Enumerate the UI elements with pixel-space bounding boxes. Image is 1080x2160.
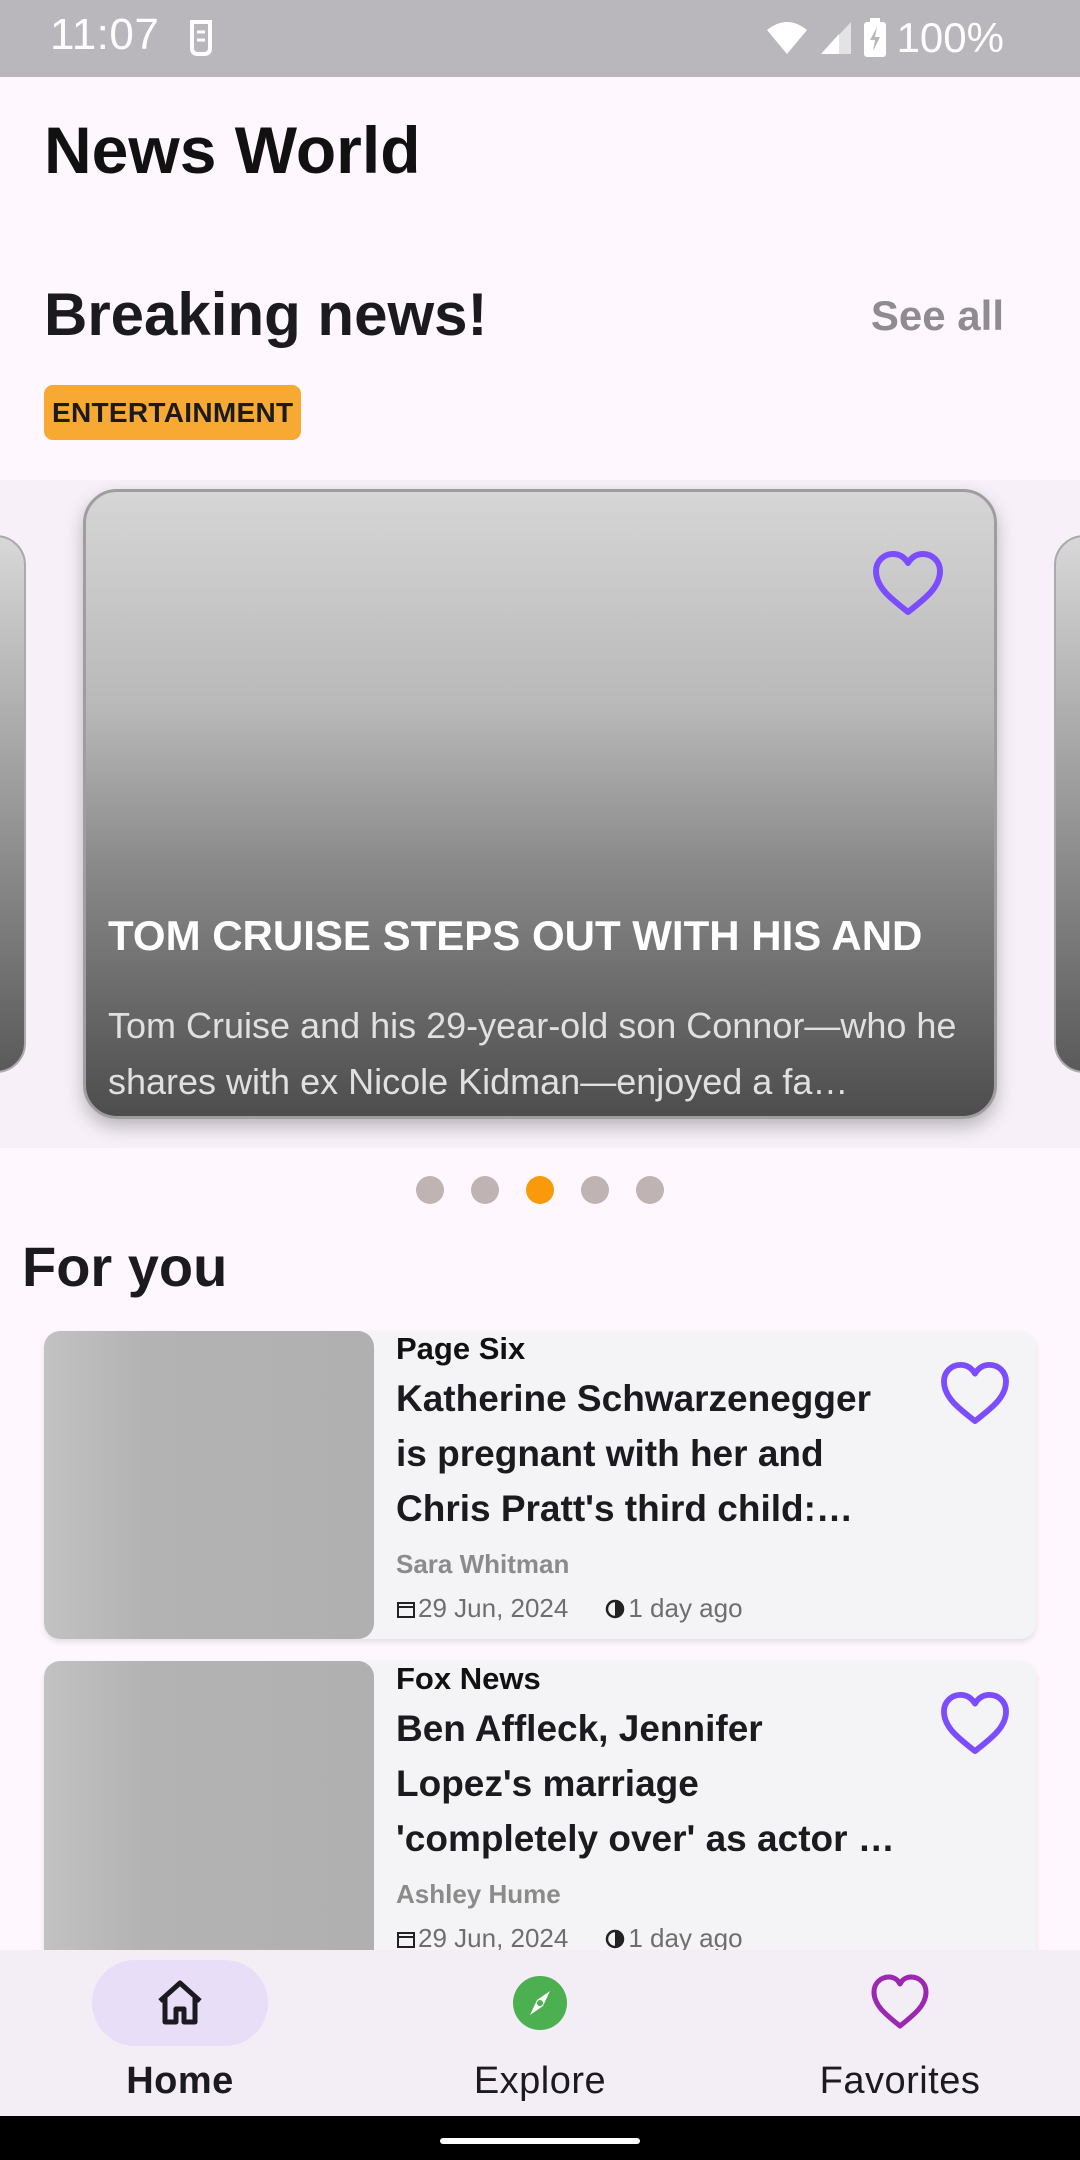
signal-icon	[820, 22, 851, 54]
heart-outline-icon[interactable]	[940, 1361, 1010, 1425]
breaking-news-headline: TOM CRUISE STEPS OUT WITH HIS AND	[108, 912, 923, 959]
carousel-dot-active[interactable]	[526, 1176, 554, 1204]
see-all-button[interactable]: See all	[871, 292, 1004, 340]
status-time: 11:07	[50, 10, 160, 59]
nav-item-explore[interactable]: Explore	[360, 1950, 720, 2116]
news-source: Fox News	[396, 1661, 541, 1696]
bottom-navigation: Home Explore Favorites	[0, 1950, 1080, 2116]
next-news-card[interactable]	[1054, 535, 1080, 1073]
nav-label-favorites: Favorites	[819, 2060, 981, 2102]
news-author: Ashley Hume	[396, 1879, 561, 1909]
calendar-icon	[397, 1931, 415, 1948]
carousel-dot[interactable]	[636, 1176, 664, 1204]
home-icon	[158, 1980, 202, 2025]
carousel-dot[interactable]	[471, 1176, 499, 1204]
news-ago-text: 1 day ago	[628, 1593, 743, 1623]
status-right: 100%	[765, 14, 1004, 62]
carousel-indicator	[0, 1176, 1080, 1204]
breaking-news-carousel[interactable]: TOM CRUISE STEPS OUT WITH HIS AND Tom Cr…	[0, 480, 1080, 1148]
status-bar: 11:07 100%	[0, 0, 1080, 77]
carousel-dot[interactable]	[416, 1176, 444, 1204]
news-date: 29 Jun, 2024	[396, 1593, 568, 1624]
heart-icon	[871, 1974, 929, 2029]
sim-icon	[190, 20, 212, 56]
breaking-news-title: Breaking news!	[44, 281, 488, 348]
heart-outline-icon[interactable]	[872, 550, 944, 616]
news-source: Page Six	[396, 1331, 526, 1366]
app-title: News World	[44, 113, 421, 187]
news-meta: 29 Jun, 2024 1 day ago	[396, 1593, 779, 1624]
news-thumbnail	[44, 1661, 374, 1969]
news-title: Katherine Schwarzenegger is pregnant wit…	[396, 1378, 871, 1529]
wifi-icon	[766, 22, 807, 54]
clock-icon	[606, 1599, 625, 1618]
news-title: Ben Affleck, Jennifer Lopez's marriage '…	[396, 1708, 895, 1859]
news-list-item[interactable]: Fox News Ben Affleck, Jennifer Lopez's m…	[44, 1661, 1036, 1969]
breaking-news-card[interactable]: TOM CRUISE STEPS OUT WITH HIS AND Tom Cr…	[83, 489, 997, 1119]
nav-item-favorites[interactable]: Favorites	[720, 1950, 1080, 2116]
calendar-icon	[397, 1601, 415, 1618]
previous-news-card[interactable]	[0, 535, 26, 1073]
battery-icon	[863, 18, 886, 57]
compass-icon	[513, 1976, 567, 2030]
nav-item-home[interactable]: Home	[0, 1950, 360, 2116]
battery-percentage: 100%	[896, 14, 1004, 61]
news-author: Sara Whitman	[396, 1549, 570, 1579]
news-thumbnail	[44, 1331, 374, 1639]
news-list-item[interactable]: Page Six Katherine Schwarzenegger is pre…	[44, 1331, 1036, 1639]
heart-outline-icon[interactable]	[940, 1691, 1010, 1755]
news-ago: 1 day ago	[604, 1593, 743, 1624]
category-chip[interactable]: ENTERTAINMENT	[44, 385, 302, 440]
news-date-text: 29 Jun, 2024	[418, 1593, 569, 1623]
clock-icon	[606, 1929, 625, 1948]
carousel-dot[interactable]	[581, 1176, 609, 1204]
nav-label-explore: Explore	[473, 2060, 607, 2102]
home-gesture-handle[interactable]	[440, 2138, 640, 2144]
breaking-news-description: Tom Cruise and his 29-year-old son Conno…	[108, 1005, 957, 1102]
for-you-title: For you	[22, 1235, 228, 1298]
nav-label-home: Home	[126, 2060, 234, 2102]
